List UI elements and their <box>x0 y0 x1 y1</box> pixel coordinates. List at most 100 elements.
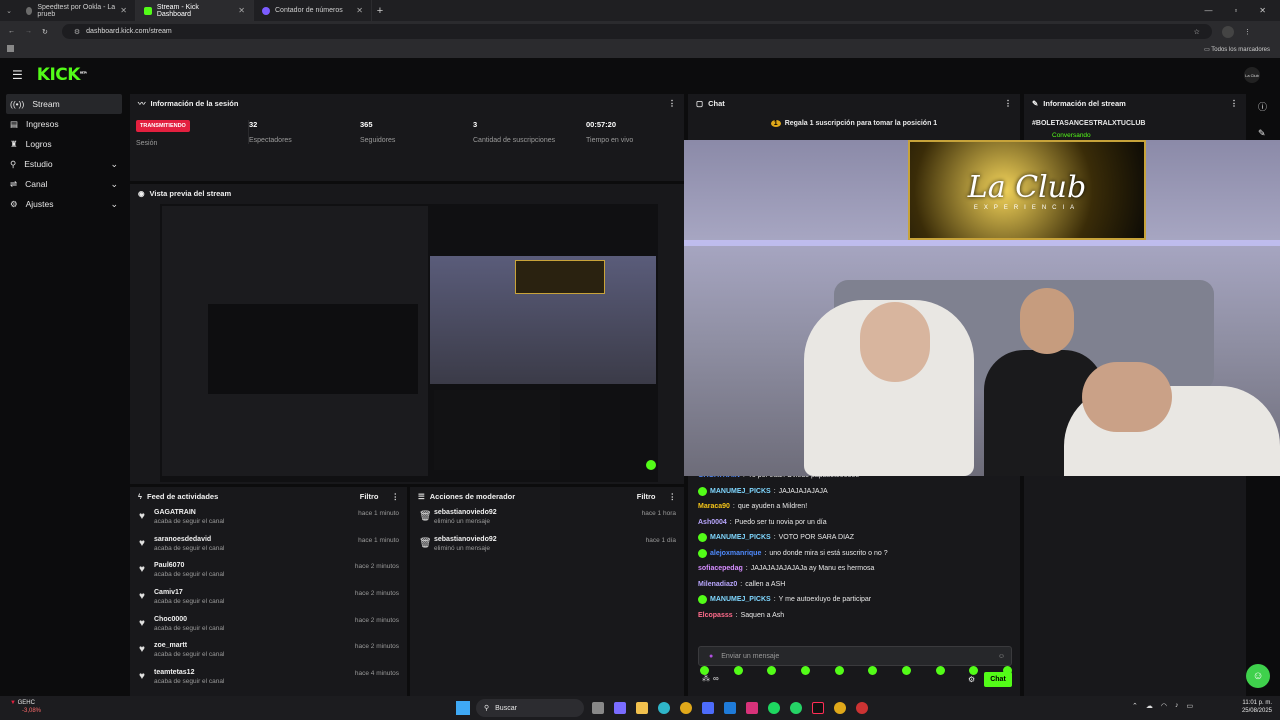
feed-item[interactable]: ♥ saranoesdedavid acaba de seguir el canal… <box>130 532 407 559</box>
emote-icon[interactable] <box>935 666 945 675</box>
mod-action-item[interactable]: 🗑 sebastianoviedo92 eliminó un mensaje hace… <box>410 505 684 532</box>
clock[interactable]: 11:01 p. m. 25/08/2025 <box>1242 699 1272 715</box>
reload-icon[interactable]: ↻ <box>42 28 48 36</box>
tab-list-icon[interactable]: ⌄ <box>0 7 18 15</box>
stock-widget[interactable]: ▼ GEHC -3,08% <box>10 699 41 715</box>
feed-item[interactable]: ♥ GAGATRAIN acaba de seguir el canal hace 1… <box>130 505 407 532</box>
emoji-icon[interactable]: ☺ <box>998 653 1005 660</box>
close-icon[interactable]: ✕ <box>238 6 245 15</box>
floating-camera-video[interactable]: La Club EXPERIENCIA <box>684 140 1280 476</box>
app-icon[interactable] <box>856 702 868 714</box>
kebab-menu-icon[interactable]: ⋮ <box>392 492 400 501</box>
star-icon[interactable]: ☆ <box>1194 28 1200 36</box>
menu-icon[interactable]: ⋮ <box>1244 28 1251 36</box>
mod-action-item[interactable]: 🗑 sebastianoviedo92 eliminó un mensaje hace… <box>410 532 684 559</box>
apps-icon[interactable] <box>7 45 14 52</box>
user-avatar[interactable]: La Club <box>1244 67 1260 83</box>
tiktok-icon[interactable] <box>812 702 824 714</box>
filter-button[interactable]: Filtro <box>637 492 656 501</box>
sidebar-item-ajustes[interactable]: ⚙ Ajustes ⌄ <box>0 194 128 214</box>
kebab-menu-icon[interactable]: ⋮ <box>1230 99 1238 108</box>
profile-avatar[interactable] <box>1221 25 1234 38</box>
site-info-icon[interactable]: ⚙ <box>74 28 80 36</box>
instagram-icon[interactable] <box>746 702 758 714</box>
tray-chevron-icon[interactable]: ⌃ <box>1132 702 1138 710</box>
feed-item[interactable]: ♥ teamtetas12 acaba de seguir el canal hace… <box>130 665 407 692</box>
chrome-icon[interactable] <box>680 702 692 714</box>
chat-username[interactable]: MANUMEJ_PICKS <box>710 596 771 603</box>
support-chat-button[interactable]: ☺ <box>1246 664 1270 688</box>
wifi-icon[interactable]: ◠ <box>1161 702 1167 710</box>
browser-tab-kick[interactable]: Stream - Kick Dashboard ✕ <box>136 0 254 21</box>
info-icon[interactable]: ⓘ <box>1258 100 1267 113</box>
chat-username[interactable]: Elcopasss <box>698 612 733 619</box>
preview-video[interactable] <box>160 204 658 482</box>
chat-username[interactable]: Milenadiaz0 <box>698 581 737 588</box>
back-icon[interactable]: ← <box>8 28 15 35</box>
chat-username[interactable]: Ash0004 <box>698 519 727 526</box>
feed-item[interactable]: ♥ Choc0000 acaba de seguir el canal hace 2 … <box>130 612 407 639</box>
chat-message[interactable]: MANUMEJ_PICKS: VOTO POR SARA DIAZ <box>688 530 1020 546</box>
outlook-icon[interactable] <box>724 702 736 714</box>
close-window-icon[interactable]: ✕ <box>1259 6 1266 15</box>
sidebar-item-ingresos[interactable]: ▤ Ingresos <box>0 114 128 134</box>
sidebar-item-estudio[interactable]: ⚲ Estudio ⌄ <box>0 154 128 174</box>
hamburger-icon[interactable]: ☰ <box>12 68 23 82</box>
emote-icon[interactable] <box>733 666 743 675</box>
close-icon[interactable]: ✕ <box>120 6 127 15</box>
emote-icon[interactable] <box>800 666 810 675</box>
feed-item[interactable]: ♥ Paul6070 acaba de seguir el canal hace 2 … <box>130 558 407 585</box>
chat-username[interactable]: Maraca90 <box>698 503 730 510</box>
minimize-icon[interactable]: — <box>1204 6 1212 15</box>
stream-category[interactable]: Conversando <box>1052 132 1091 139</box>
windows-start-icon[interactable] <box>456 701 470 715</box>
chat-message[interactable]: sofiacepedag: JAJAJAJAJAJAJa ay Manu es h… <box>688 561 1020 577</box>
emote-icon[interactable] <box>834 666 844 675</box>
edit-icon[interactable]: ✎ <box>1258 128 1266 139</box>
mic-icon[interactable]: ● <box>709 653 713 660</box>
filter-button[interactable]: Filtro <box>360 492 379 501</box>
kebab-menu-icon[interactable]: ⋮ <box>669 492 677 501</box>
message-field[interactable]: ● Enviar un mensaje ☺ <box>698 646 1012 666</box>
onedrive-icon[interactable]: ☁ <box>1146 702 1153 710</box>
chat-message[interactable]: MANUMEJ_PICKS: Y me autoexluyo de partici… <box>688 592 1020 608</box>
feed-item[interactable]: ♥ zoe_martt acaba de seguir el canal hace 2… <box>130 638 407 665</box>
chat-message[interactable]: alejoxmanrique: uno donde mira si está su… <box>688 546 1020 562</box>
sidebar-item-stream[interactable]: ((•)) Stream <box>6 94 122 114</box>
chat-username[interactable]: MANUMEJ_PICKS <box>710 534 771 541</box>
chrome-active-icon[interactable] <box>834 702 846 714</box>
chat-message[interactable]: Maraca90: que ayuden a Mildren! <box>688 499 1020 515</box>
chat-username[interactable]: sofiacepedag <box>698 565 743 572</box>
forward-icon[interactable]: → <box>25 28 32 35</box>
sidebar-item-logros[interactable]: ♜ Logros <box>0 134 128 154</box>
emote-icon[interactable] <box>901 666 911 675</box>
new-tab-button[interactable]: + <box>372 5 388 17</box>
close-icon[interactable]: ✕ <box>356 6 363 15</box>
chat-username[interactable]: alejoxmanrique <box>710 550 761 557</box>
kick-logo[interactable]: KICKBETA <box>37 65 87 85</box>
all-bookmarks-link[interactable]: ▭ Todos los marcadores <box>1204 46 1270 53</box>
channel-points[interactable]: ⁂ ∞ <box>702 674 719 683</box>
maximize-icon[interactable]: ▫ <box>1234 6 1237 15</box>
volume-icon[interactable]: ♪ <box>1175 702 1179 710</box>
browser-tab-speedtest[interactable]: Speedtest por Ookla - La prueb ✕ <box>18 0 136 21</box>
emote-icon[interactable] <box>868 666 878 675</box>
file-explorer-icon[interactable] <box>636 702 648 714</box>
whatsapp-icon[interactable] <box>790 702 802 714</box>
pinned-gift-banner[interactable]: 1 Regala 1 suscripción para tomar la posi… <box>688 120 1020 127</box>
chat-message[interactable]: MANUMEJ_PICKS: JAJAJAJAJAJA <box>688 484 1020 500</box>
sidebar-item-canal[interactable]: ⇌ Canal ⌄ <box>0 174 128 194</box>
send-chat-button[interactable]: Chat <box>984 672 1012 687</box>
kebab-menu-icon[interactable]: ⋮ <box>668 99 676 108</box>
battery-icon[interactable]: ▭ <box>1186 702 1193 710</box>
chat-message[interactable]: Elcopasss: Saquen a Ash <box>688 608 1020 624</box>
chat-message[interactable]: Milenadiaz0: callen a ASH <box>688 577 1020 593</box>
task-view-icon[interactable] <box>592 702 604 714</box>
chat-username[interactable]: MANUMEJ_PICKS <box>710 488 771 495</box>
emote-icon[interactable] <box>767 666 777 675</box>
spotify-icon[interactable] <box>768 702 780 714</box>
chat-settings-icon[interactable]: ⚙ <box>968 675 975 684</box>
url-field[interactable]: ⚙ dashboard.kick.com/stream ☆ <box>61 24 1212 39</box>
copilot-icon[interactable] <box>614 702 626 714</box>
chat-message[interactable]: Ash0004: Puedo ser tu novia por un día <box>688 515 1020 531</box>
